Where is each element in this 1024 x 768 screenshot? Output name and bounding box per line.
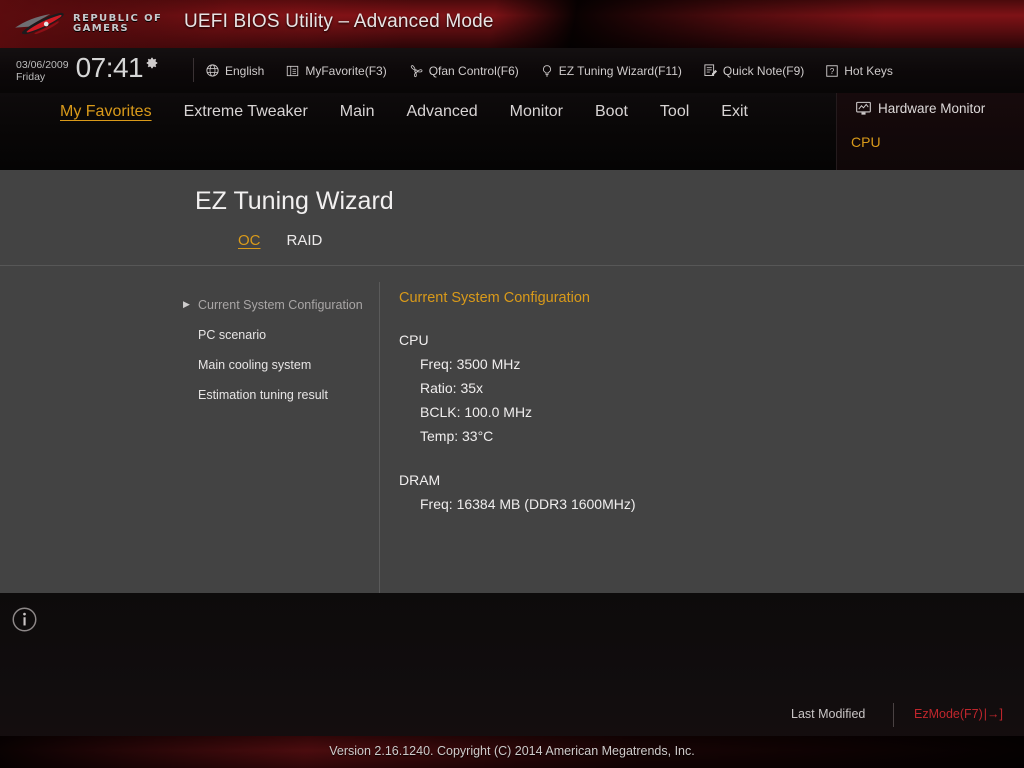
menu-tab-monitor[interactable]: Monitor (494, 103, 579, 121)
last-modified-button[interactable]: Last Modified (791, 707, 865, 721)
detail-group-name: CPU (399, 332, 429, 348)
detail-group-name: DRAM (399, 472, 441, 489)
system-weekday: Friday (16, 71, 46, 84)
detail-heading: Current System Configuration (399, 290, 590, 306)
ezmode-button[interactable]: EzMode(F7) |→] (914, 707, 1003, 721)
detail-row-cpu-temp: Temp: 33°C (420, 428, 494, 445)
bulb-icon (542, 64, 551, 76)
wizard-title: EZ Tuning Wizard (195, 187, 394, 215)
bios-version-text: Version 2.16.1240. Copyright (C) 2014 Am… (329, 744, 695, 758)
tool-item-hot-keys[interactable]: ? Hot Keys (825, 64, 893, 78)
wizard-divider (0, 265, 1024, 266)
rog-eye-icon (15, 12, 64, 35)
system-clock: 03/06/2009 Friday 07:41 (16, 54, 159, 83)
detail-row-cpu-freq: Freq: 3500 MHz (420, 356, 521, 373)
tool-item-quick-note[interactable]: Quick Note(F9) (703, 63, 804, 78)
hardware-monitor-section-cpu: CPU (851, 134, 881, 150)
hardware-monitor-header: Hardware Monitor (855, 101, 985, 116)
footer-bar: Version 2.16.1240. Copyright (C) 2014 Am… (0, 736, 1024, 768)
wizard-detail-pane: Current System Configuration CPU Freq: 3… (399, 290, 819, 537)
detail-group-dram: DRAM Freq: 16384 MB (DDR3 1600MHz) (399, 468, 819, 516)
ezmode-label: EzMode(F7) (914, 707, 983, 721)
rog-logo-line2: GAMERS (73, 23, 130, 34)
tool-label-ez-tuning-wizard: EZ Tuning Wizard(F11) (558, 63, 682, 78)
menu-tab-tool[interactable]: Tool (644, 103, 705, 121)
bios-screen: REPUBLIC OF GAMERS UEFI BIOS Utility – A… (0, 0, 1024, 768)
fan-icon (410, 65, 423, 78)
menu-tab-exit[interactable]: Exit (705, 103, 764, 121)
tool-item-english[interactable]: English (205, 63, 264, 78)
tool-label-english: English (225, 63, 265, 78)
tool-items: English MyFavorite(F3) Qfan Control(F6) … (205, 48, 893, 93)
note-icon (704, 64, 717, 76)
svg-text:?: ? (830, 66, 835, 75)
myfavorite-icon (287, 65, 299, 76)
tool-item-ez-tuning-wizard[interactable]: EZ Tuning Wizard(F11) (540, 63, 682, 79)
wizard-step-main-cooling-system[interactable]: ▶ Main cooling system (183, 350, 379, 380)
rog-logo: REPUBLIC OF GAMERS (14, 7, 174, 41)
hardware-monitor-title: Hardware Monitor (878, 101, 986, 116)
menu-tab-extreme-tweaker[interactable]: Extreme Tweaker (168, 103, 324, 121)
detail-row-cpu-bclk: BCLK: 100.0 MHz (420, 404, 533, 421)
caret-right-icon: ▶ (183, 299, 190, 310)
menu-tab-boot[interactable]: Boot (579, 103, 644, 121)
tool-item-myfavorite[interactable]: MyFavorite(F3) (285, 63, 387, 78)
title-banner: REPUBLIC OF GAMERS UEFI BIOS Utility – A… (0, 0, 1024, 48)
wizard-tabs: OC RAID (238, 232, 322, 249)
menu-tab-my-favorites[interactable]: My Favorites (44, 103, 168, 121)
tool-label-quick-note: Quick Note(F9) (722, 63, 805, 78)
toolstrip-divider (193, 58, 194, 82)
wizard-step-label: PC scenario (198, 328, 267, 342)
wizard-step-label: Main cooling system (198, 358, 312, 372)
gear-icon[interactable] (145, 56, 159, 70)
menu-tab-main[interactable]: Main (324, 103, 391, 121)
page-title: UEFI BIOS Utility – Advanced Mode (184, 11, 494, 32)
monitor-icon (856, 101, 871, 115)
wizard-step-current-system-configuration[interactable]: ▶ Current System Configuration (183, 290, 379, 320)
wizard-tab-raid[interactable]: RAID (287, 232, 323, 249)
tool-label-hot-keys: Hot Keys (844, 63, 893, 78)
wizard-step-label: Estimation tuning result (198, 388, 328, 402)
detail-row-cpu-ratio: Ratio: 35x (420, 380, 484, 397)
wizard-step-label: Current System Configuration (198, 298, 363, 312)
system-date: 03/06/2009 (16, 59, 69, 71)
tool-label-myfavorite: MyFavorite(F3) (305, 63, 387, 78)
wizard-step-list: ▶ Current System Configuration ▶ PC scen… (183, 290, 379, 410)
wizard-step-pc-scenario[interactable]: ▶ PC scenario (183, 320, 379, 350)
ez-tuning-wizard-panel: EZ Tuning Wizard OC RAID ▶ Current Syste… (0, 170, 1024, 757)
hotkeys-icon: ? (826, 64, 838, 77)
tool-strip: 03/06/2009 Friday 07:41 English MyFavori… (0, 48, 1024, 93)
tool-label-qfan-control: Qfan Control(F6) (428, 63, 519, 78)
menu-tabs: My Favorites Extreme Tweaker Main Advanc… (44, 93, 764, 131)
wizard-step-estimation-tuning-result[interactable]: ▶ Estimation tuning result (183, 380, 379, 410)
wizard-tab-oc[interactable]: OC (238, 232, 261, 249)
globe-icon (206, 64, 219, 77)
menu-tab-advanced[interactable]: Advanced (390, 103, 493, 121)
detail-row-dram-freq: Freq: 16384 MB (DDR3 1600MHz) (420, 496, 636, 513)
info-icon[interactable] (11, 606, 38, 633)
bottom-divider (893, 703, 894, 727)
ezmode-arrow-icon: |→] (983, 707, 1004, 721)
tool-item-qfan-control[interactable]: Qfan Control(F6) (408, 63, 519, 78)
system-time: 07:41 (75, 52, 144, 83)
detail-group-cpu: CPU Freq: 3500 MHz Ratio: 35x BCLK: 100.… (399, 328, 819, 448)
